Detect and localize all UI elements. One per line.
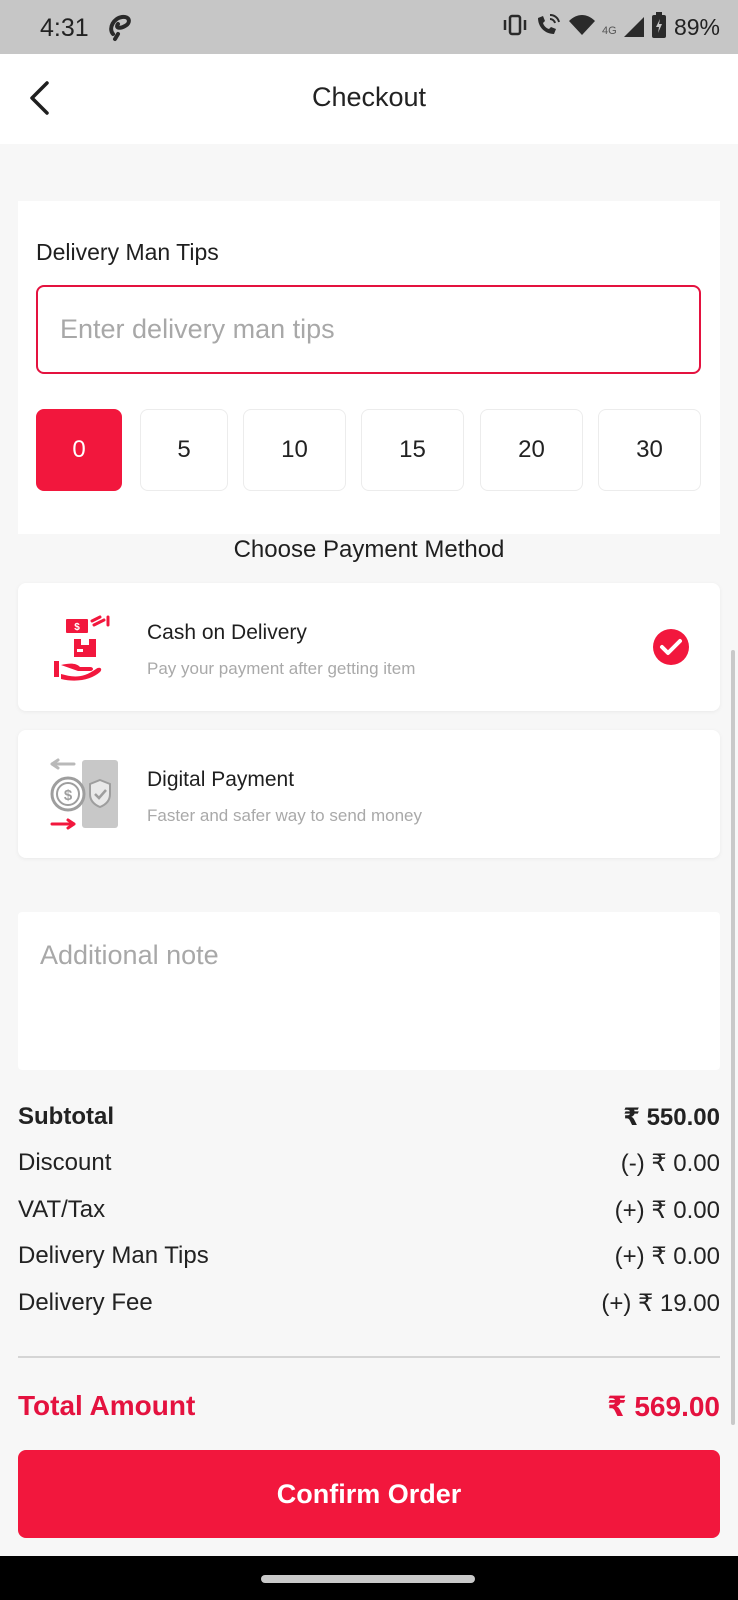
summary-label: Delivery Fee xyxy=(18,1289,153,1316)
tip-option-20[interactable]: 20 xyxy=(480,409,583,491)
summary-row-subtotal: Subtotal ₹ 550.00 xyxy=(18,1100,720,1134)
tips-title: Delivery Man Tips xyxy=(36,239,219,265)
summary-label: VAT/Tax xyxy=(18,1196,106,1223)
page-title: Checkout xyxy=(311,82,427,112)
home-indicator[interactable] xyxy=(261,1575,475,1583)
system-nav-bar xyxy=(0,1556,738,1600)
tip-option-15[interactable]: 15 xyxy=(361,409,464,491)
summary-label: Subtotal xyxy=(18,1103,114,1130)
confirm-order-button[interactable]: Confirm Order xyxy=(18,1450,720,1538)
svg-text:$: $ xyxy=(74,622,80,633)
summary-value: ₹ 550.00 xyxy=(623,1103,720,1131)
tip-option-5[interactable]: 5 xyxy=(140,409,228,491)
battery-percent: 89% xyxy=(673,13,720,40)
wifi-icon xyxy=(568,13,596,42)
scrollbar[interactable] xyxy=(731,650,735,1425)
summary-value: (+) ₹ 0.00 xyxy=(614,1196,720,1224)
digital-payment-icon: $ xyxy=(48,758,120,830)
battery-icon xyxy=(651,11,666,43)
cash-on-delivery-icon: $ xyxy=(48,611,120,683)
summary-value: (+) ₹ 0.00 xyxy=(614,1242,720,1270)
additional-note-input[interactable] xyxy=(18,912,720,1070)
tips-card: Delivery Man Tips 0 5 10 15 20 30 xyxy=(18,201,720,534)
summary-row-delivery-fee: Delivery Fee (+) ₹ 19.00 xyxy=(18,1286,720,1320)
summary-row-discount: Discount (-) ₹ 0.00 xyxy=(18,1146,720,1180)
total-value: ₹ 569.00 xyxy=(607,1390,720,1422)
network-type-label: 4G xyxy=(601,25,617,37)
summary-value: (+) ₹ 19.00 xyxy=(601,1289,720,1317)
payment-option-title: Cash on Delivery xyxy=(147,621,307,644)
summary-value: (-) ₹ 0.00 xyxy=(620,1149,720,1177)
status-time: 4:31 xyxy=(40,14,89,42)
svg-text:$: $ xyxy=(64,787,73,804)
check-circle-icon xyxy=(652,628,690,666)
tip-option-10[interactable]: 10 xyxy=(243,409,346,491)
signal-icon: 4G xyxy=(602,13,646,41)
summary-row-tips: Delivery Man Tips (+) ₹ 0.00 xyxy=(18,1239,720,1273)
payment-option-digital-payment[interactable]: $ Digital Payment Faster and safer way t… xyxy=(18,730,720,858)
payment-option-cash-on-delivery[interactable]: $ Cash on Delivery Pay your payment afte… xyxy=(18,583,720,711)
payment-method-heading: Choose Payment Method xyxy=(233,536,505,563)
airtel-logo-icon xyxy=(106,12,134,47)
status-bar: 4:31 4G 89% xyxy=(0,0,738,54)
tips-input[interactable] xyxy=(36,285,701,374)
tip-option-0[interactable]: 0 xyxy=(36,409,122,491)
wifi-calling-icon xyxy=(534,12,562,43)
summary-label: Discount xyxy=(18,1149,112,1176)
app-bar: Checkout xyxy=(0,54,738,144)
summary-label: Delivery Man Tips xyxy=(18,1242,209,1269)
total-label: Total Amount xyxy=(18,1390,196,1421)
total-amount-row: Total Amount ₹ 569.00 xyxy=(18,1386,720,1426)
vibrate-icon xyxy=(502,13,528,42)
summary-row-vat: VAT/Tax (+) ₹ 0.00 xyxy=(18,1193,720,1227)
summary-divider xyxy=(18,1356,720,1358)
payment-option-title: Digital Payment xyxy=(147,768,295,791)
status-icons: 4G 89% xyxy=(502,11,720,43)
tip-option-30[interactable]: 30 xyxy=(598,409,701,491)
payment-option-subtitle: Faster and safer way to send money xyxy=(147,806,422,825)
tip-options: 0 5 10 15 20 30 xyxy=(36,409,701,491)
payment-option-subtitle: Pay your payment after getting item xyxy=(147,659,416,678)
